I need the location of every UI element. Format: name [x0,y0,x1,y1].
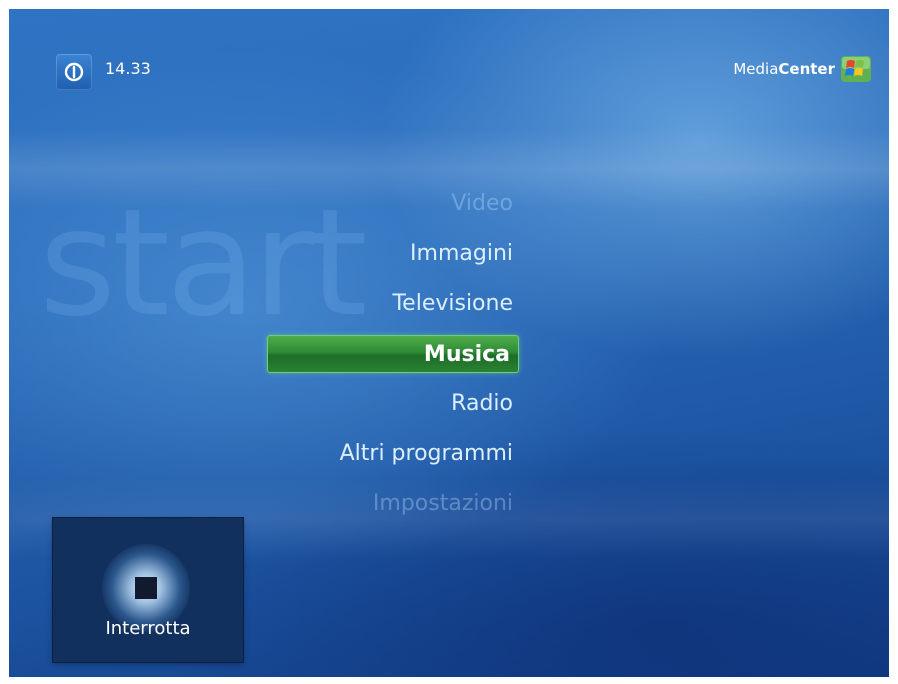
brand-prefix: Media [733,60,779,78]
power-icon [64,62,84,82]
brand-bold: Center [778,60,835,78]
main-menu: Video Immagini Televisione Musica Radio … [267,179,519,529]
menu-item-video[interactable]: Video [447,179,517,229]
now-playing-status: Interrotta [105,618,191,639]
menu-item-televisione[interactable]: Televisione [388,279,517,329]
menu-item-impostazioni[interactable]: Impostazioni [369,479,517,529]
now-playing-panel[interactable]: Interrotta [53,518,243,662]
menu-item-radio[interactable]: Radio [447,379,517,429]
power-button[interactable] [56,54,92,90]
menu-item-musica[interactable]: Musica [267,335,519,373]
media-center-logo: MediaCenter [733,56,871,82]
media-center-screen: start 14.33 MediaCenter Video Immagini T… [9,9,889,677]
clock: 14.33 [105,59,151,78]
menu-item-immagini[interactable]: Immagini [406,229,517,279]
menu-item-altri-programmi[interactable]: Altri programmi [336,429,517,479]
stop-icon [135,577,157,599]
windows-flag-icon [841,56,871,82]
brand-text: MediaCenter [733,60,835,78]
